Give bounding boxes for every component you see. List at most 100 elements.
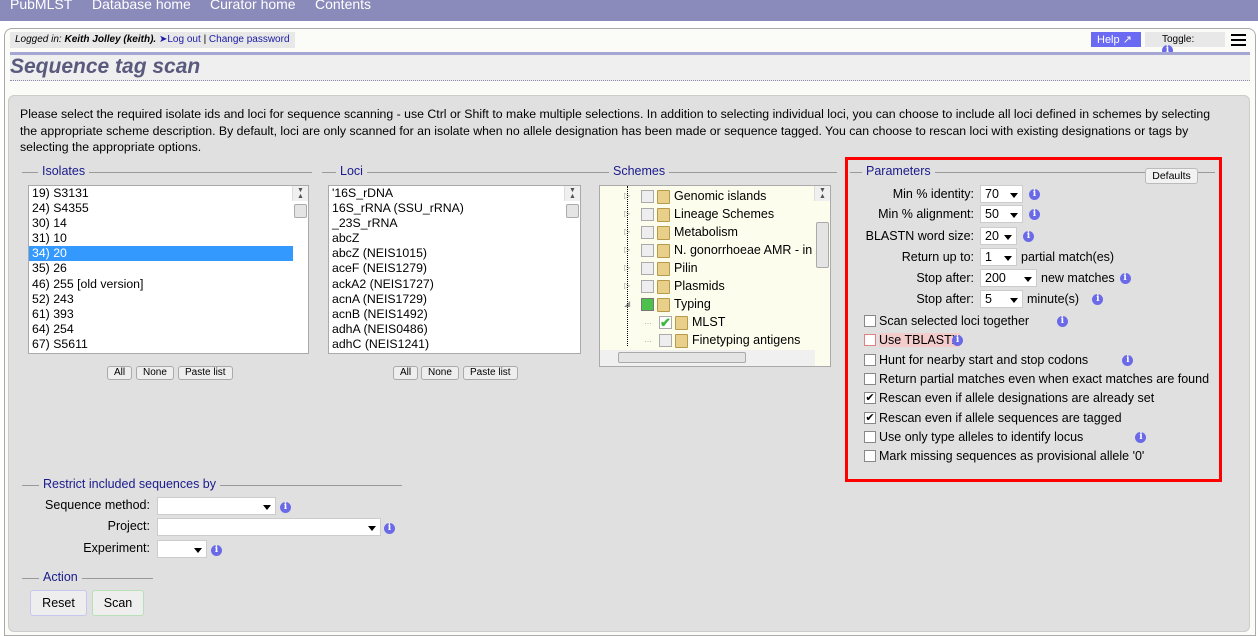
list-option[interactable]: 34) 20 xyxy=(29,246,293,262)
scheme-node[interactable]: Finetyping antigens… xyxy=(644,331,800,349)
loci-none-button[interactable]: None xyxy=(421,366,459,380)
scheme-node[interactable]: Plasmids ▷ xyxy=(624,277,725,295)
checkbox[interactable] xyxy=(641,190,654,204)
option-checkbox[interactable] xyxy=(864,372,876,385)
list-option[interactable]: 24) S4355 xyxy=(29,201,293,216)
isolates-paste-button[interactable]: Paste list xyxy=(178,366,233,380)
list-option[interactable]: 52) 243 xyxy=(29,292,293,307)
scrollbar[interactable]: ▲ ▼ xyxy=(564,186,580,218)
option-label[interactable]: Use only type alleles to identify locus xyxy=(879,430,1083,444)
list-option[interactable]: aceF (NEIS1279) xyxy=(329,261,580,276)
min-alignment-select[interactable]: 50 xyxy=(980,205,1023,223)
list-option[interactable]: _23S_rRNA xyxy=(329,216,580,231)
option-checkbox[interactable] xyxy=(864,353,876,366)
option-label[interactable]: Return partial matches even when exact m… xyxy=(879,372,1209,386)
list-option[interactable]: '16S_rDNA xyxy=(329,186,580,201)
isolates-list[interactable]: 19) S3131 24) S4355 30) 14 31) 10 34) 20 35) … xyxy=(28,185,309,354)
option-label[interactable]: Use TBLASTX xyxy=(879,333,961,348)
change-password-link[interactable]: Change password xyxy=(209,34,290,45)
option-label[interactable]: Rescan even if allele sequences are tagg… xyxy=(879,411,1122,425)
list-option[interactable]: adhA (NEIS0486) xyxy=(329,322,580,337)
info-icon[interactable]: i xyxy=(1029,189,1040,200)
list-option[interactable]: 64) 254 xyxy=(29,322,293,337)
scan-button[interactable]: Scan xyxy=(92,590,144,616)
experiment-select[interactable] xyxy=(157,540,207,558)
list-option[interactable]: 19) S3131 xyxy=(29,186,293,201)
nav-pubmlst[interactable]: PubMLST xyxy=(10,0,72,12)
scheme-node[interactable]: N. gonorrhoeae AMR - in d ▷ xyxy=(624,241,823,259)
list-option[interactable]: adhC (NEIS1241) xyxy=(329,337,580,352)
list-option[interactable]: 61) 393 xyxy=(29,307,293,322)
option-label[interactable]: Scan selected loci together xyxy=(879,314,1029,328)
sequence-method-select[interactable] xyxy=(157,497,276,515)
info-icon[interactable]: i xyxy=(280,502,291,513)
scheme-node[interactable]: Metabolism ▷ xyxy=(624,223,738,241)
scheme-node[interactable]: Lineage Schemes ▷ xyxy=(624,205,774,223)
checkbox[interactable] xyxy=(641,244,654,258)
option-label[interactable]: Mark missing sequences as provisional al… xyxy=(879,449,1144,463)
info-icon[interactable]: i xyxy=(1029,209,1040,220)
help-button[interactable]: Help ↗ xyxy=(1091,32,1141,47)
isolates-all-button[interactable]: All xyxy=(107,366,133,380)
scheme-node[interactable]: Pilin ▷ xyxy=(624,259,698,277)
word-size-select[interactable]: 20 xyxy=(980,227,1017,245)
info-icon[interactable]: i xyxy=(1056,316,1068,327)
scrollbar[interactable]: ▲ ▼ xyxy=(814,186,830,268)
list-option[interactable]: 67) S5611 xyxy=(29,337,293,352)
menu-icon[interactable] xyxy=(1231,34,1246,47)
project-select[interactable] xyxy=(157,518,381,536)
return-up-to-select[interactable]: 1 xyxy=(980,248,1017,266)
list-option[interactable]: 35) 26 xyxy=(29,261,293,276)
expand-icon[interactable]: … xyxy=(644,331,652,349)
reset-button[interactable]: Reset xyxy=(30,590,87,616)
list-option[interactable]: 31) 10 xyxy=(29,231,293,246)
info-icon[interactable]: i xyxy=(211,545,222,556)
checkbox[interactable] xyxy=(641,298,654,312)
option-label[interactable]: Hunt for nearby start and stop codons xyxy=(879,353,1088,367)
nav-curator-home[interactable]: Curator home xyxy=(210,0,296,12)
list-option[interactable]: abcZ xyxy=(329,231,580,246)
list-option[interactable]: abcZ (NEIS1015) xyxy=(329,246,580,261)
stop-matches-select[interactable]: 200 xyxy=(980,269,1037,287)
list-option[interactable]: ackA2 (NEIS1727) xyxy=(329,277,580,292)
schemes-tree[interactable]: Genomic islands ▷ Lineage Schemes ▷ Metaboli… xyxy=(599,185,831,367)
checkbox[interactable] xyxy=(641,262,654,276)
checkbox[interactable]: ✔ xyxy=(659,316,672,330)
loci-paste-button[interactable]: Paste list xyxy=(463,366,518,380)
option-checkbox[interactable]: ✔ xyxy=(864,392,876,405)
list-option[interactable]: 30) 14 xyxy=(29,216,293,231)
list-option[interactable]: 16S_rRNA (SSU_rRNA) xyxy=(329,201,580,216)
info-icon[interactable]: i xyxy=(1119,273,1131,284)
option-label[interactable]: Rescan even if allele designations are a… xyxy=(879,391,1154,405)
list-option[interactable]: 46) 255 [old version] xyxy=(29,277,293,292)
info-icon[interactable]: i xyxy=(1023,231,1034,242)
option-checkbox[interactable] xyxy=(864,334,876,347)
option-checkbox[interactable] xyxy=(864,450,876,463)
isolates-none-button[interactable]: None xyxy=(136,366,174,380)
scheme-node[interactable]: Typing ◢ xyxy=(624,295,711,313)
checkbox[interactable] xyxy=(659,334,672,348)
option-checkbox[interactable] xyxy=(864,430,876,443)
info-icon[interactable]: i xyxy=(384,523,395,534)
checkbox[interactable] xyxy=(641,208,654,222)
loci-all-button[interactable]: All xyxy=(393,366,419,380)
scheme-node[interactable]: Genomic islands ▷ xyxy=(624,187,766,205)
list-option[interactable]: acnB (NEIS1492) xyxy=(329,307,580,322)
option-checkbox[interactable]: ✔ xyxy=(864,411,876,424)
stop-minutes-select[interactable]: 5 xyxy=(980,290,1023,308)
option-checkbox[interactable] xyxy=(864,315,876,327)
horizontal-scrollbar[interactable] xyxy=(600,350,815,366)
nav-database-home[interactable]: Database home xyxy=(92,0,191,12)
checkbox[interactable] xyxy=(641,226,654,240)
loci-list[interactable]: '16S_rDNA 16S_rRNA (SSU_rRNA) _23S_rRNA abc… xyxy=(328,185,581,354)
defaults-button[interactable]: Defaults xyxy=(1145,168,1198,184)
checkbox[interactable] xyxy=(641,280,654,294)
nav-contents[interactable]: Contents xyxy=(315,0,371,12)
list-option[interactable]: acnA (NEIS1729) xyxy=(329,292,580,307)
info-toggle[interactable]: Toggle: i xyxy=(1145,32,1225,56)
min-identity-select[interactable]: 70 xyxy=(980,185,1023,203)
info-icon[interactable]: i xyxy=(1122,354,1134,366)
scheme-node[interactable]: ✔ MLST… xyxy=(644,313,725,331)
logout-link[interactable]: ➤Log out xyxy=(159,34,201,45)
scrollbar[interactable]: ▲ ▼ xyxy=(292,186,308,218)
